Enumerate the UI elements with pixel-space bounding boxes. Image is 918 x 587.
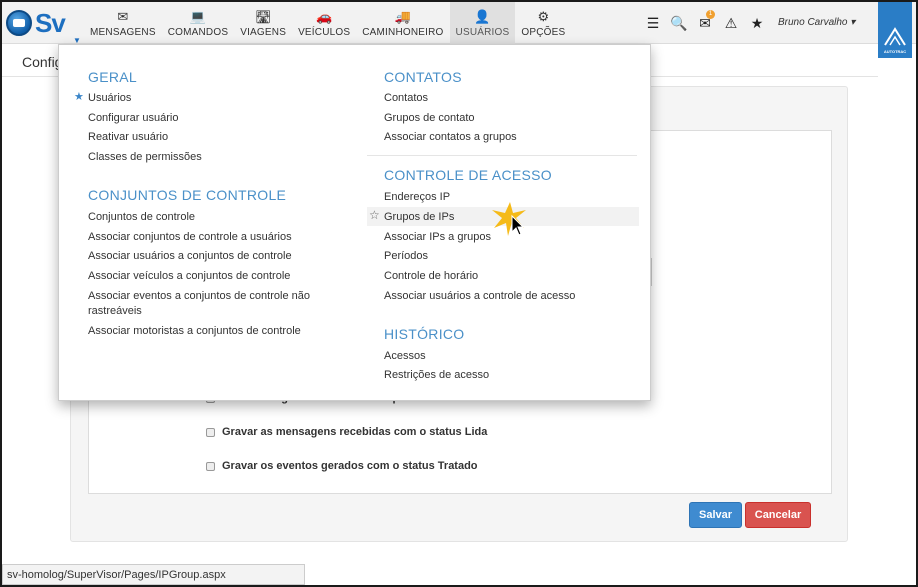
usuarios-dropdown-menu: GERAL ★ Usuários Configurar usuário Reat… <box>58 44 651 401</box>
save-button[interactable]: Salvar <box>689 502 742 528</box>
checkbox-row[interactable]: Gravar os eventos gerados com o status T… <box>206 460 478 472</box>
nav-veiculos[interactable]: 🚗 VEÍCULOS <box>292 2 356 44</box>
alert-icon[interactable]: ⚠ <box>718 15 744 32</box>
inbox-icon[interactable]: ✉ 1 <box>692 9 718 32</box>
star-filled-icon[interactable]: ★ <box>74 90 84 103</box>
nav-mensagens[interactable]: ✉ MENSAGENS <box>84 2 162 44</box>
menu-item-conjuntos-controle[interactable]: Conjuntos de controle <box>88 210 195 224</box>
mouse-cursor-icon <box>492 202 526 236</box>
notification-badge: 1 <box>706 9 715 19</box>
menu-item-assoc-usuarios-conjuntos[interactable]: Associar usuários a conjuntos de control… <box>88 249 292 263</box>
menu-item-assoc-conjuntos-usuarios[interactable]: Associar conjuntos de controle a usuário… <box>88 230 292 244</box>
car-icon: 🚗 <box>316 8 333 24</box>
user-menu[interactable]: Bruno Carvalho ▾ <box>778 17 855 28</box>
checkbox-label: Gravar as mensagens recebidas com o stat… <box>222 426 488 438</box>
nav-opcoes[interactable]: ⚙ OPÇÕES <box>515 2 571 44</box>
menu-item-controle-horario[interactable]: Controle de horário <box>384 269 478 283</box>
cogs-icon: ⚙ <box>537 8 550 24</box>
menu-item-grupos-contato[interactable]: Grupos de contato <box>384 111 475 125</box>
logo-icon <box>6 10 32 36</box>
envelope-icon: ✉ <box>117 8 129 24</box>
nav-label: VEÍCULOS <box>298 26 351 38</box>
menu-item-assoc-usuarios-controle[interactable]: Associar usuários a controle de acesso <box>384 289 575 303</box>
menu-item-enderecos-ip[interactable]: Endereços IP <box>384 190 450 204</box>
section-contatos: CONTATOS <box>384 69 462 85</box>
nav-usuarios[interactable]: 👤 USUÁRIOS <box>449 2 516 44</box>
main-nav: ✉ MENSAGENS 💻 COMANDOS 🛣 VIAGENS 🚗 VEÍCU… <box>84 2 571 44</box>
star-icon[interactable]: ★ <box>744 15 770 32</box>
menu-item-assoc-motoristas-conjuntos[interactable]: Associar motoristas a conjuntos de contr… <box>88 324 301 338</box>
menu-item-assoc-ips-grupos[interactable]: Associar IPs a grupos <box>384 230 491 244</box>
nav-caminhoneiro[interactable]: 🚚 CAMINHONEIRO <box>356 2 449 44</box>
nav-viagens[interactable]: 🛣 VIAGENS <box>234 2 292 44</box>
logo-text: Sv <box>35 7 66 38</box>
user-icon: 👤 <box>474 8 491 24</box>
toolbar-right: ☰ 🔍 ✉ 1 ⚠ ★ <box>640 2 770 44</box>
menu-item-assoc-veiculos-conjuntos[interactable]: Associar veículos a conjuntos de control… <box>88 269 290 283</box>
brand-mark-icon <box>884 27 906 46</box>
checkbox[interactable] <box>206 427 215 437</box>
star-empty-icon[interactable]: ☆ <box>369 208 380 222</box>
section-conjuntos: CONJUNTOS DE CONTROLE <box>88 187 287 203</box>
section-divider <box>367 155 637 156</box>
menu-item-reativar-usuario[interactable]: Reativar usuário <box>88 130 168 144</box>
nav-label: USUÁRIOS <box>455 26 510 38</box>
top-navbar: Sv ▼ ✉ MENSAGENS 💻 COMANDOS 🛣 VIAGENS 🚗 … <box>2 2 916 58</box>
nav-label: COMANDOS <box>167 26 229 38</box>
nav-label: VIAGENS <box>240 26 287 38</box>
checkbox-label: Gravar os eventos gerados com o status T… <box>222 460 478 472</box>
menu-item-assoc-contatos-grupos[interactable]: Associar contatos a grupos <box>384 130 517 144</box>
nav-label: OPÇÕES <box>521 26 566 38</box>
search-icon[interactable]: 🔍 <box>666 15 692 32</box>
brand-logo: AUTOTRAC <box>878 2 912 58</box>
status-url: sv-homolog/SuperVisor/Pages/IPGroup.aspx <box>2 564 305 585</box>
truck-icon: 🚚 <box>394 8 411 24</box>
laptop-icon: 💻 <box>189 8 207 24</box>
menu-item-assoc-eventos-conjuntos-cont[interactable]: rastreáveis <box>88 304 142 318</box>
menu-item-contatos[interactable]: Contatos <box>384 91 428 105</box>
section-geral: GERAL <box>88 69 137 85</box>
brand-text: AUTOTRAC <box>883 49 907 54</box>
menu-item-acessos[interactable]: Acessos <box>384 349 426 363</box>
menu-item-usuarios[interactable]: Usuários <box>88 91 131 105</box>
nav-comandos[interactable]: 💻 COMANDOS <box>162 2 235 44</box>
menu-item-assoc-eventos-conjuntos[interactable]: Associar eventos a conjuntos de controle… <box>88 289 310 303</box>
section-historico: HISTÓRICO <box>384 326 465 342</box>
menu-item-classes-permissoes[interactable]: Classes de permissões <box>88 150 202 164</box>
section-controle-acesso: CONTROLE DE ACESSO <box>384 167 552 183</box>
app-window: Sv ▼ ✉ MENSAGENS 💻 COMANDOS 🛣 VIAGENS 🚗 … <box>2 2 916 585</box>
nav-label: MENSAGENS <box>90 26 156 38</box>
road-icon: 🛣 <box>254 8 272 24</box>
cancel-button[interactable]: Cancelar <box>745 502 811 528</box>
checkbox-row[interactable]: Gravar as mensagens recebidas com o stat… <box>206 426 487 438</box>
list-icon[interactable]: ☰ <box>640 15 666 32</box>
checkbox[interactable] <box>206 461 215 471</box>
menu-item-periodos[interactable]: Períodos <box>384 249 428 263</box>
menu-item-configurar-usuario[interactable]: Configurar usuário <box>88 111 179 125</box>
app-logo[interactable]: Sv ▼ <box>6 6 81 45</box>
nav-label: CAMINHONEIRO <box>362 26 444 38</box>
menu-item-restricoes-acesso[interactable]: Restrições de acesso <box>384 368 489 382</box>
